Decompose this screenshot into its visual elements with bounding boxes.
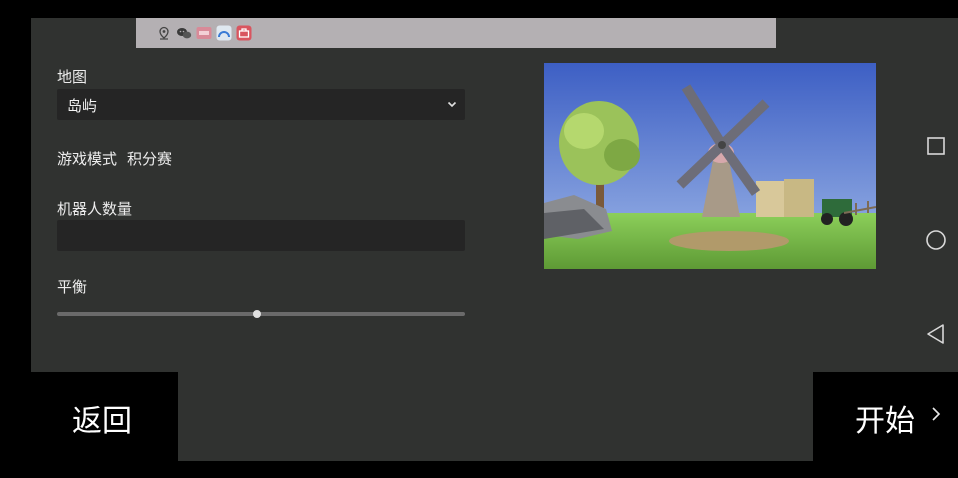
browser-icon <box>216 25 232 41</box>
location-icon <box>156 25 172 41</box>
map-selected-value: 岛屿 <box>67 97 98 115</box>
status-bar <box>136 18 776 48</box>
map-preview-image <box>544 63 876 269</box>
back-triangle-icon[interactable] <box>923 322 947 350</box>
start-button-label: 开始 <box>855 404 915 439</box>
chevron-right-icon <box>930 396 942 431</box>
start-button[interactable]: 开始 <box>813 372 958 461</box>
balance-slider-thumb[interactable] <box>252 310 261 318</box>
back-button-label: 返回 <box>72 404 132 439</box>
balance-label: 平衡 <box>57 278 88 296</box>
map-select[interactable]: 岛屿 <box>57 89 465 120</box>
game-mode-row: 游戏模式 积分赛 <box>57 148 172 169</box>
bot-count-input[interactable] <box>57 220 465 251</box>
game-mode-value: 积分赛 <box>127 150 173 168</box>
bot-count-label: 机器人数量 <box>57 200 133 218</box>
game-mode-label: 游戏模式 <box>57 150 118 168</box>
panel-bottom-strip <box>178 372 813 461</box>
home-circle-icon[interactable] <box>923 228 949 258</box>
toolbox-icon <box>236 25 252 41</box>
app-badge-icon <box>196 25 212 41</box>
recents-square-icon[interactable] <box>923 135 947 161</box>
balance-slider-track[interactable] <box>57 312 465 316</box>
chevron-down-icon <box>446 96 458 115</box>
back-button[interactable]: 返回 <box>0 372 178 461</box>
map-label: 地图 <box>57 68 88 86</box>
wechat-icon <box>176 25 192 41</box>
